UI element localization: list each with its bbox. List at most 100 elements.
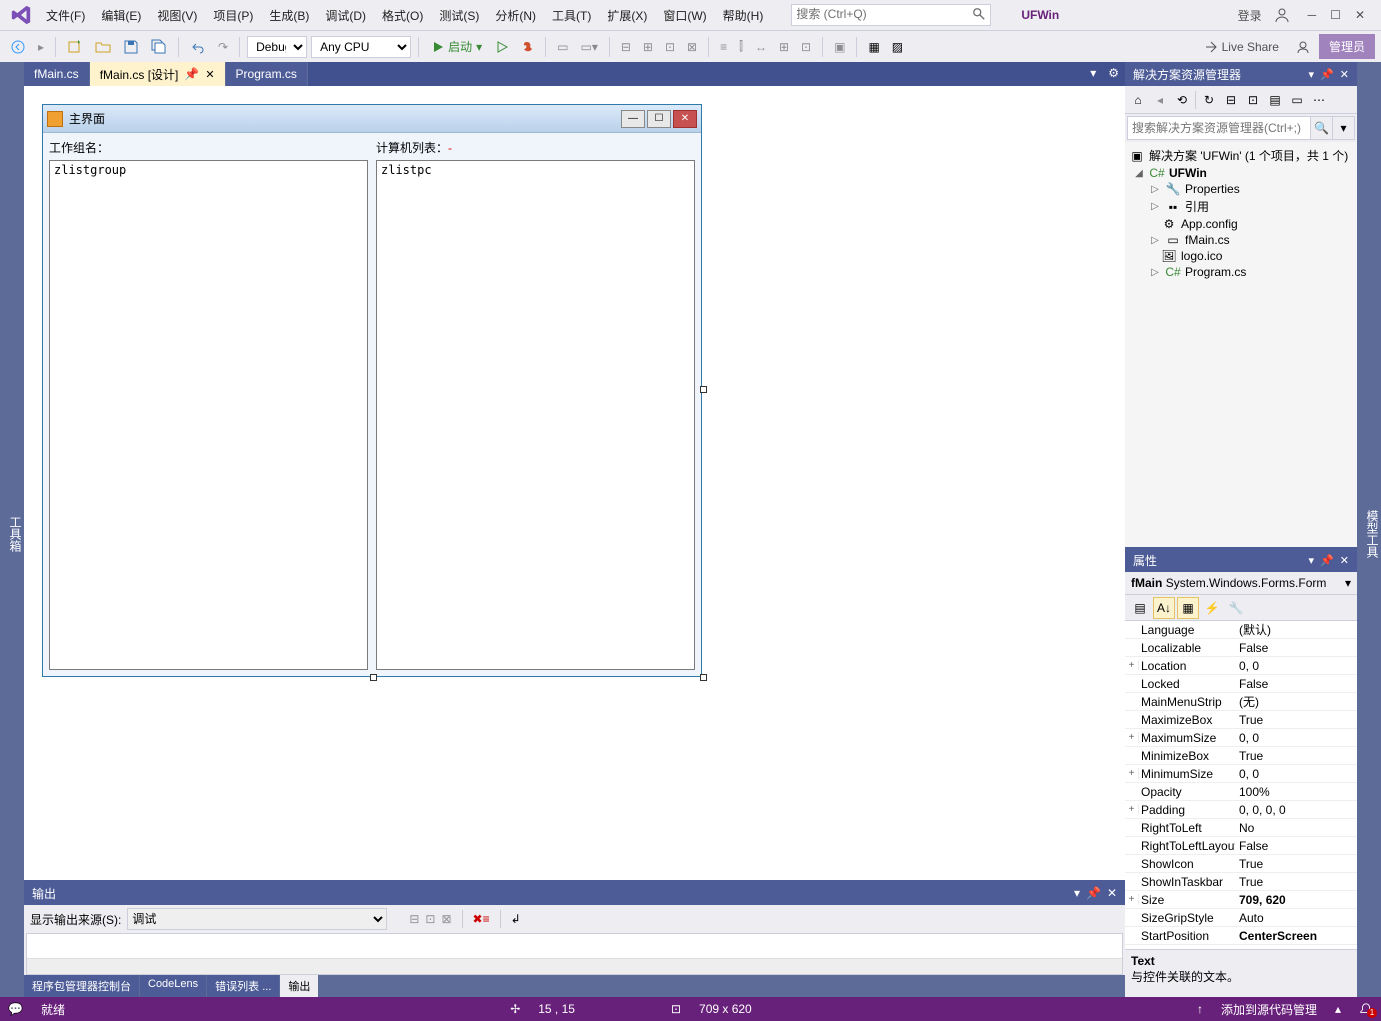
tree-properties-node[interactable]: ▷🔧Properties (1125, 181, 1357, 197)
panel-dropdown-icon[interactable]: ▾ (1309, 68, 1315, 81)
tree-program-node[interactable]: ▷C#Program.cs (1125, 264, 1357, 280)
status-chat-icon[interactable]: 💬 (8, 1002, 23, 1016)
property-value[interactable]: True (1235, 713, 1357, 727)
property-value[interactable]: True (1235, 875, 1357, 889)
undo-button[interactable] (186, 37, 210, 57)
expand-icon[interactable]: ▷ (1149, 201, 1161, 212)
solution-search[interactable]: 🔍 ▾ (1127, 116, 1355, 140)
datasource-tab[interactable]: 数据源 (0, 70, 1, 997)
property-value[interactable]: CenterScreen (1235, 929, 1357, 943)
sol-refresh-icon[interactable]: ↻ (1200, 91, 1218, 109)
menu-build[interactable]: 生成(B) (261, 3, 317, 28)
expand-icon[interactable]: + (1125, 804, 1139, 815)
tab-program-cs[interactable]: Program.cs (226, 62, 308, 86)
notifications-button[interactable]: 1 (1359, 1002, 1373, 1016)
output-wrap-button[interactable]: ↲ (511, 912, 521, 926)
expand-icon[interactable]: + (1125, 732, 1139, 743)
output-source-select[interactable]: 调试 (127, 908, 387, 930)
start-no-debug-button[interactable] (492, 39, 512, 55)
panel-pin-icon[interactable]: 📌 (1320, 68, 1334, 81)
menu-extensions[interactable]: 扩展(X) (599, 3, 655, 28)
expand-icon[interactable]: ▷ (1149, 267, 1161, 278)
pin-icon[interactable]: 📌 (184, 67, 199, 81)
panel-pin-icon[interactable]: 📌 (1086, 886, 1101, 900)
output-btn-2[interactable]: ⊡ (425, 912, 435, 926)
nav-forward-button[interactable]: ▸ (34, 38, 48, 56)
nav-back-button[interactable] (6, 37, 30, 57)
layout-btn-2[interactable]: ▨ (888, 38, 907, 56)
property-row[interactable]: +Padding0, 0, 0, 0 (1125, 801, 1357, 819)
property-value[interactable]: 0, 0 (1235, 767, 1357, 781)
panel-close-icon[interactable]: ✕ (1107, 886, 1117, 900)
tree-logo-node[interactable]: 🖼logo.ico (1125, 248, 1357, 264)
spacing-btn[interactable]: ≡ (716, 38, 731, 56)
login-link[interactable]: 登录 (1238, 7, 1262, 24)
menu-debug[interactable]: 调试(D) (317, 3, 374, 28)
sol-sync-icon[interactable]: ⟲ (1173, 91, 1191, 109)
designed-form[interactable]: 主界面 — ☐ ✕ 工作组名： zlistgroup 计算机列表：- zlist… (42, 104, 702, 677)
property-value[interactable]: True (1235, 749, 1357, 763)
solution-tree[interactable]: ▣解决方案 'UFWin' (1 个项目，共 1 个) ◢C#UFWin ▷🔧P… (1125, 142, 1357, 547)
menu-project[interactable]: 项目(P) (205, 3, 261, 28)
property-value[interactable]: 0, 0 (1235, 659, 1357, 673)
property-row[interactable]: +Location0, 0 (1125, 657, 1357, 675)
btab-output[interactable]: 输出 (280, 975, 319, 997)
expand-icon[interactable]: + (1125, 660, 1139, 671)
tree-fmain-node[interactable]: ▷▭fMain.cs (1125, 232, 1357, 248)
close-button[interactable]: ✕ (1355, 8, 1365, 22)
form-designer-surface[interactable]: 主界面 — ☐ ✕ 工作组名： zlistgroup 计算机列表：- zlist… (24, 86, 1125, 880)
tabs-settings-icon[interactable]: ⚙ (1102, 62, 1125, 86)
property-value[interactable]: No (1235, 821, 1357, 835)
status-source-control[interactable]: 添加到源代码管理 (1221, 1001, 1317, 1018)
sol-more-icon[interactable]: ⋯ (1310, 91, 1328, 109)
platform-select[interactable]: Any CPU (311, 36, 411, 58)
order-btn[interactable]: ▣ (830, 38, 849, 56)
expand-icon[interactable]: + (1125, 894, 1139, 905)
panel-dropdown-icon[interactable]: ▾ (1074, 886, 1080, 900)
align-btn-4[interactable]: ⊠ (683, 38, 701, 56)
maximize-button[interactable]: ☐ (1330, 8, 1341, 22)
tree-project-node[interactable]: ◢C#UFWin (1125, 165, 1357, 181)
property-value[interactable]: 100% (1235, 785, 1357, 799)
property-row[interactable]: +MaximumSize0, 0 (1125, 729, 1357, 747)
toolbox-tab[interactable]: 工具箱 (7, 70, 24, 997)
properties-object-select[interactable]: fMain System.Windows.Forms.Form ▾ (1125, 572, 1357, 595)
property-row[interactable]: ShowInTaskbarTrue (1125, 873, 1357, 891)
close-tab-icon[interactable]: ✕ (205, 68, 214, 81)
property-value[interactable]: True (1235, 857, 1357, 871)
menu-analyze[interactable]: 分析(N) (487, 3, 544, 28)
property-row[interactable]: LockedFalse (1125, 675, 1357, 693)
property-value[interactable]: False (1235, 839, 1357, 853)
property-value[interactable]: (默认) (1235, 621, 1357, 638)
spacing-btn-3[interactable]: ↔ (751, 38, 771, 56)
tab-fmain-cs[interactable]: fMain.cs (24, 62, 90, 86)
property-pages-button[interactable]: 🔧 (1225, 597, 1247, 619)
tree-appconfig-node[interactable]: ⚙App.config (1125, 216, 1357, 232)
listbox-computers[interactable]: zlistpc (376, 160, 695, 670)
btab-error-list[interactable]: 错误列表 ... (207, 975, 280, 997)
label-computerlist[interactable]: 计算机列表：- (376, 139, 695, 156)
output-btn-3[interactable]: ⊠ (441, 912, 451, 926)
resize-handle-e[interactable] (700, 386, 707, 393)
resize-handle-se[interactable] (700, 674, 707, 681)
hot-reload-button[interactable] (516, 38, 538, 56)
property-row[interactable]: StartPositionCenterScreen (1125, 927, 1357, 945)
expand-icon[interactable]: ▷ (1149, 235, 1161, 246)
save-button[interactable] (119, 37, 143, 57)
quick-search[interactable]: 搜索 (Ctrl+Q) (791, 4, 991, 26)
sol-preview-icon[interactable]: ▭ (1288, 91, 1306, 109)
sol-showall-icon[interactable]: ⊡ (1244, 91, 1262, 109)
align-btn-3[interactable]: ⊡ (661, 38, 679, 56)
property-row[interactable]: MinimizeBoxTrue (1125, 747, 1357, 765)
panel-close-icon[interactable]: ✕ (1340, 554, 1349, 567)
menu-file[interactable]: 文件(F) (38, 3, 93, 28)
output-clear-button[interactable]: ✖≡ (473, 912, 490, 926)
feedback-button[interactable] (1291, 37, 1315, 57)
expand-icon[interactable]: ▷ (1149, 184, 1161, 195)
sol-collapse-icon[interactable]: ⊟ (1222, 91, 1240, 109)
menu-edit[interactable]: 编辑(E) (93, 3, 149, 28)
menu-test[interactable]: 测试(S) (431, 3, 487, 28)
listbox-groups[interactable]: zlistgroup (49, 160, 368, 670)
redo-button[interactable]: ↷ (214, 38, 232, 56)
property-value[interactable]: False (1235, 677, 1357, 691)
